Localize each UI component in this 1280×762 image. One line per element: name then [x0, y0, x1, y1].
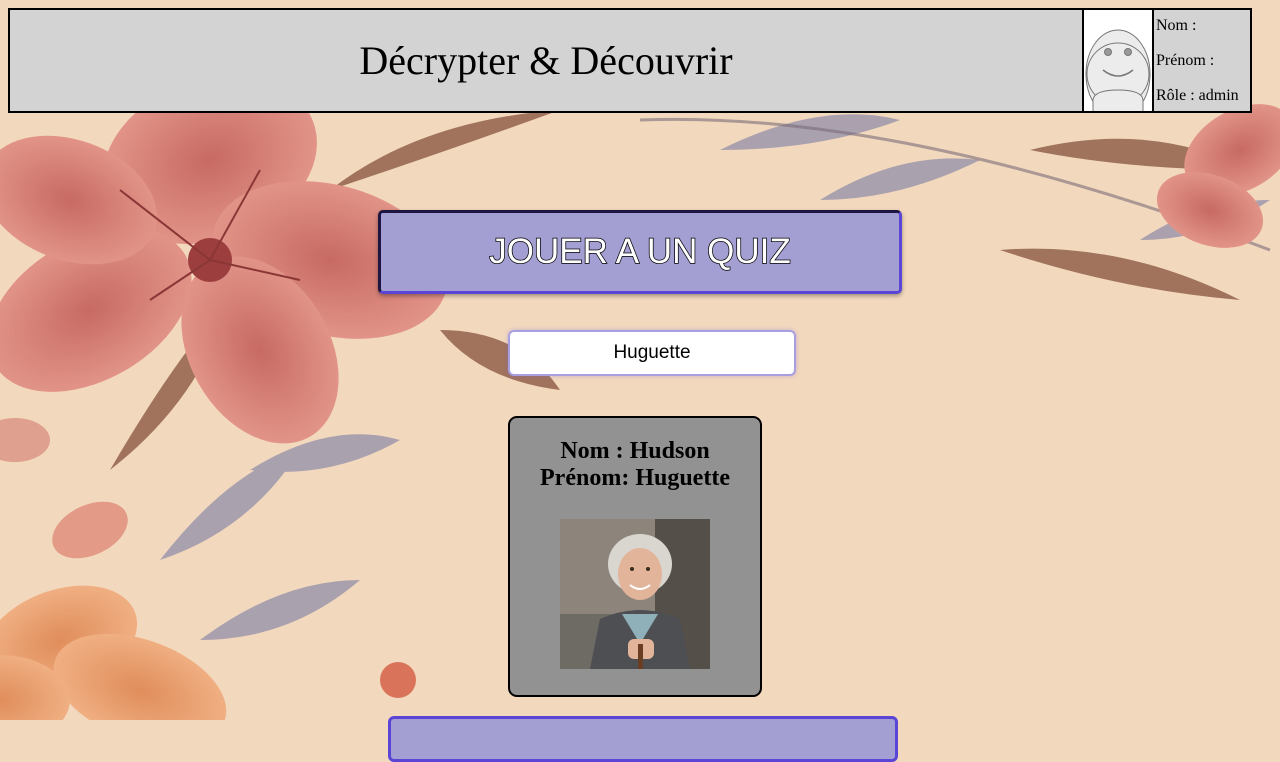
avatar[interactable]	[1082, 10, 1154, 111]
user-info-panel: Nom : Prénom : Rôle : admin	[1156, 10, 1250, 111]
header-bar: Décrypter & Découvrir Nom : Prénom : Rôl…	[8, 8, 1252, 113]
person-photo	[560, 519, 710, 669]
card-nom: Nom : Hudson	[560, 438, 710, 464]
play-quiz-button[interactable]: JOUER A UN QUIZ	[378, 210, 902, 294]
user-role-label: Rôle : admin	[1156, 87, 1239, 104]
user-prenom-label: Prénom :	[1156, 52, 1215, 69]
person-select[interactable]: Huguette	[508, 330, 796, 376]
card-prenom: Prénom: Huguette	[540, 465, 730, 491]
person-card: Nom : Hudson Prénom: Huguette	[508, 416, 762, 697]
user-nom-label: Nom :	[1156, 17, 1197, 34]
secondary-button[interactable]	[388, 716, 898, 762]
person-select-value: Huguette	[613, 342, 691, 363]
default-avatar-icon	[1085, 29, 1151, 111]
site-title: Décrypter & Découvrir	[359, 38, 733, 83]
